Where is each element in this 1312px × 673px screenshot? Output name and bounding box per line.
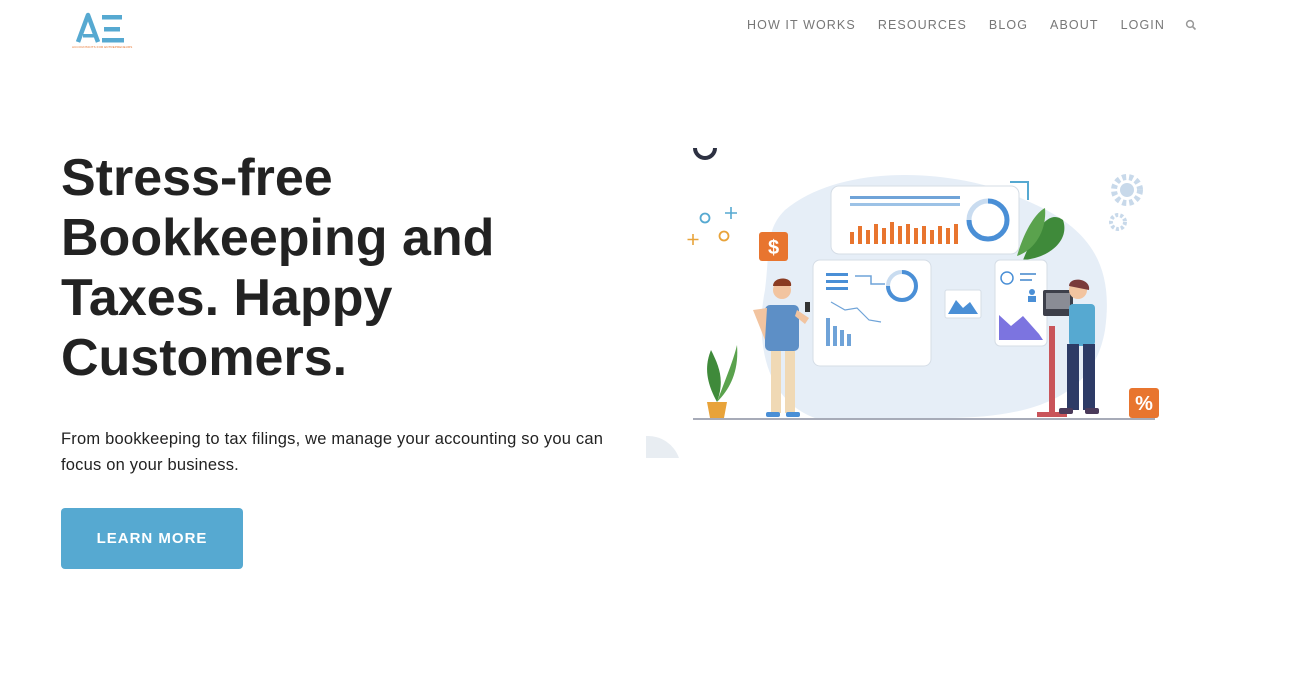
nav-resources[interactable]: RESOURCES: [878, 17, 967, 33]
svg-text:%: %: [1135, 393, 1153, 415]
logo-mark: [75, 12, 124, 43]
nav-login[interactable]: LOGIN: [1121, 17, 1165, 33]
learn-more-button[interactable]: LEARN MORE: [61, 508, 243, 569]
nav-how-it-works[interactable]: HOW IT WORKS: [747, 17, 856, 33]
hero-subtitle: From bookkeeping to tax filings, we mana…: [61, 430, 604, 474]
nav-about[interactable]: ABOUT: [1050, 17, 1099, 33]
main-nav: HOW IT WORKS RESOURCES BLOG ABOUT LOGIN: [747, 17, 1187, 33]
svg-text:$: $: [768, 237, 779, 259]
hero-illustration: $ %: [645, 140, 1165, 460]
nav-blog[interactable]: BLOG: [989, 17, 1028, 33]
search-button[interactable]: [1185, 18, 1197, 31]
logo[interactable]: ACCOUNTANTS FOR ENTREPRENEURS: [72, 12, 132, 52]
logo-tagline: ACCOUNTANTS FOR ENTREPRENEURS: [72, 45, 133, 49]
search-icon: [1185, 19, 1197, 31]
hero-title: Stress-free Bookkeeping and Taxes. Happy…: [61, 149, 495, 387]
